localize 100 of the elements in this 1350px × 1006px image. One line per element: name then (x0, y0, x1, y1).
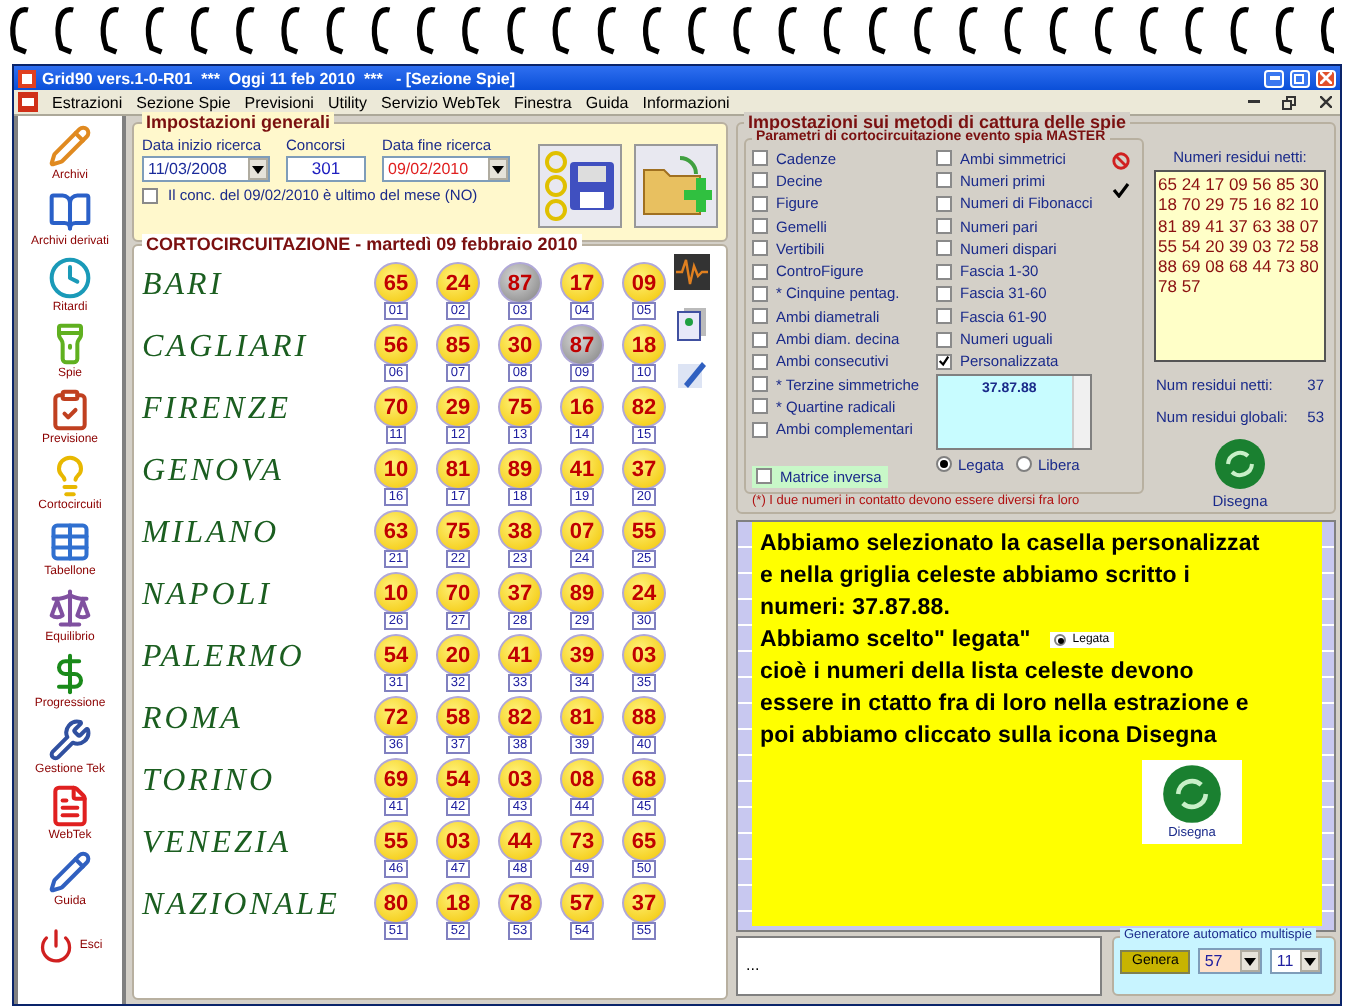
number-bulb[interactable]: 56 (374, 324, 418, 366)
documents-icon[interactable] (676, 306, 708, 342)
number-bulb[interactable]: 82 (622, 386, 666, 428)
checkbox[interactable] (752, 150, 768, 167)
open-folder-button[interactable] (634, 143, 718, 227)
number-bulb[interactable]: 08 (560, 758, 604, 800)
number-bulb[interactable]: 29 (436, 386, 480, 428)
menu-item[interactable]: Sezione Spie (136, 93, 231, 111)
restore-button[interactable] (1278, 92, 1300, 112)
minimize-button[interactable] (1264, 69, 1284, 87)
checkbox[interactable] (752, 240, 768, 257)
number-bulb[interactable]: 17 (560, 262, 604, 304)
dropdown-button[interactable] (248, 158, 268, 180)
number-bulb[interactable]: 75 (498, 386, 542, 428)
restore-button[interactable] (1290, 69, 1310, 87)
number-bulb[interactable]: 87 (560, 324, 604, 366)
check-icon[interactable] (1112, 182, 1131, 198)
number-bulb[interactable]: 37 (622, 882, 666, 924)
date-select[interactable]: 11/03/2008 (142, 156, 270, 182)
menu-item[interactable]: Finestra (513, 93, 572, 111)
number-bulb[interactable]: 54 (374, 634, 418, 676)
number-bulb[interactable]: 07 (560, 510, 604, 552)
number-bulb[interactable]: 78 (498, 882, 542, 924)
number-bulb[interactable]: 20 (436, 634, 480, 676)
checkbox[interactable] (752, 263, 768, 280)
number-bulb[interactable]: 63 (374, 510, 418, 552)
number-bulb[interactable]: 89 (498, 448, 542, 490)
radio-button[interactable] (936, 456, 952, 473)
number-bulb[interactable]: 18 (622, 324, 666, 366)
number-bulb[interactable]: 37 (498, 572, 542, 614)
number-bulb[interactable]: 82 (498, 696, 542, 738)
number-bulb[interactable]: 81 (560, 696, 604, 738)
number-bulb[interactable]: 03 (436, 820, 480, 862)
number-bulb[interactable]: 87 (498, 262, 542, 304)
checkbox[interactable] (752, 172, 768, 189)
number-bulb[interactable]: 65 (622, 820, 666, 862)
input-field[interactable]: 301 (286, 156, 366, 182)
save-button[interactable] (538, 143, 622, 227)
number-bulb[interactable]: 38 (498, 510, 542, 552)
checkbox[interactable] (752, 353, 768, 370)
number-bulb[interactable]: 37 (622, 448, 666, 490)
close-button[interactable] (1316, 69, 1336, 87)
checkbox[interactable] (752, 285, 768, 302)
number-bulb[interactable]: 88 (622, 696, 666, 738)
checkbox[interactable] (752, 308, 768, 325)
number-select[interactable]: 11 (1270, 948, 1323, 974)
number-bulb[interactable]: 10 (374, 572, 418, 614)
number-bulb[interactable]: 54 (436, 758, 480, 800)
checkbox[interactable] (142, 187, 158, 203)
number-bulb[interactable]: 70 (436, 572, 480, 614)
checkbox[interactable] (752, 195, 768, 212)
close-button[interactable] (1314, 92, 1336, 112)
pen-icon[interactable] (676, 358, 708, 390)
checkbox[interactable] (936, 285, 952, 302)
number-bulb[interactable]: 80 (374, 882, 418, 924)
checkbox[interactable] (752, 331, 768, 348)
number-bulb[interactable]: 03 (498, 758, 542, 800)
number-bulb[interactable]: 55 (622, 510, 666, 552)
number-bulb[interactable]: 24 (622, 572, 666, 614)
number-bulb[interactable]: 30 (498, 324, 542, 366)
number-bulb[interactable]: 41 (560, 448, 604, 490)
number-bulb[interactable]: 81 (436, 448, 480, 490)
number-bulb[interactable]: 03 (622, 634, 666, 676)
checkbox[interactable] (936, 150, 952, 167)
number-bulb[interactable]: 65 (374, 262, 418, 304)
number-bulb[interactable]: 41 (498, 634, 542, 676)
checkbox[interactable] (936, 195, 952, 212)
checkbox[interactable] (936, 331, 952, 348)
checkbox[interactable] (936, 240, 952, 257)
dropdown-button[interactable] (488, 158, 508, 180)
number-bulb[interactable]: 24 (436, 262, 480, 304)
number-bulb[interactable]: 44 (498, 820, 542, 862)
no-entry-icon[interactable] (1112, 152, 1131, 170)
checkbox[interactable] (936, 172, 952, 189)
number-bulb[interactable]: 39 (560, 634, 604, 676)
date-select[interactable]: 09/02/2010 (382, 156, 510, 182)
dropdown-button[interactable] (1240, 950, 1261, 972)
waveform-icon[interactable] (674, 254, 710, 290)
number-bulb[interactable]: 73 (560, 820, 604, 862)
checkbox[interactable] (752, 376, 768, 393)
number-bulb[interactable]: 57 (560, 882, 604, 924)
dropdown-button[interactable] (1300, 950, 1321, 972)
checkbox[interactable] (752, 218, 768, 235)
checkbox[interactable] (756, 468, 772, 485)
checkbox[interactable] (936, 353, 952, 370)
checkbox[interactable] (752, 421, 768, 438)
scrollbar[interactable] (1072, 375, 1090, 448)
menu-item[interactable]: Servizio WebTek (381, 93, 500, 111)
number-bulb[interactable]: 55 (374, 820, 418, 862)
number-bulb[interactable]: 75 (436, 510, 480, 552)
number-select[interactable]: 57 (1198, 948, 1263, 974)
number-bulb[interactable]: 85 (436, 324, 480, 366)
number-bulb[interactable]: 09 (622, 262, 666, 304)
menu-item[interactable]: Guida (585, 93, 629, 111)
checkbox[interactable] (936, 263, 952, 280)
number-bulb[interactable]: 58 (436, 696, 480, 738)
number-bulb[interactable]: 10 (374, 448, 418, 490)
radio-button[interactable] (1015, 456, 1032, 473)
number-bulb[interactable]: 18 (436, 882, 480, 924)
checkbox[interactable] (936, 218, 952, 235)
